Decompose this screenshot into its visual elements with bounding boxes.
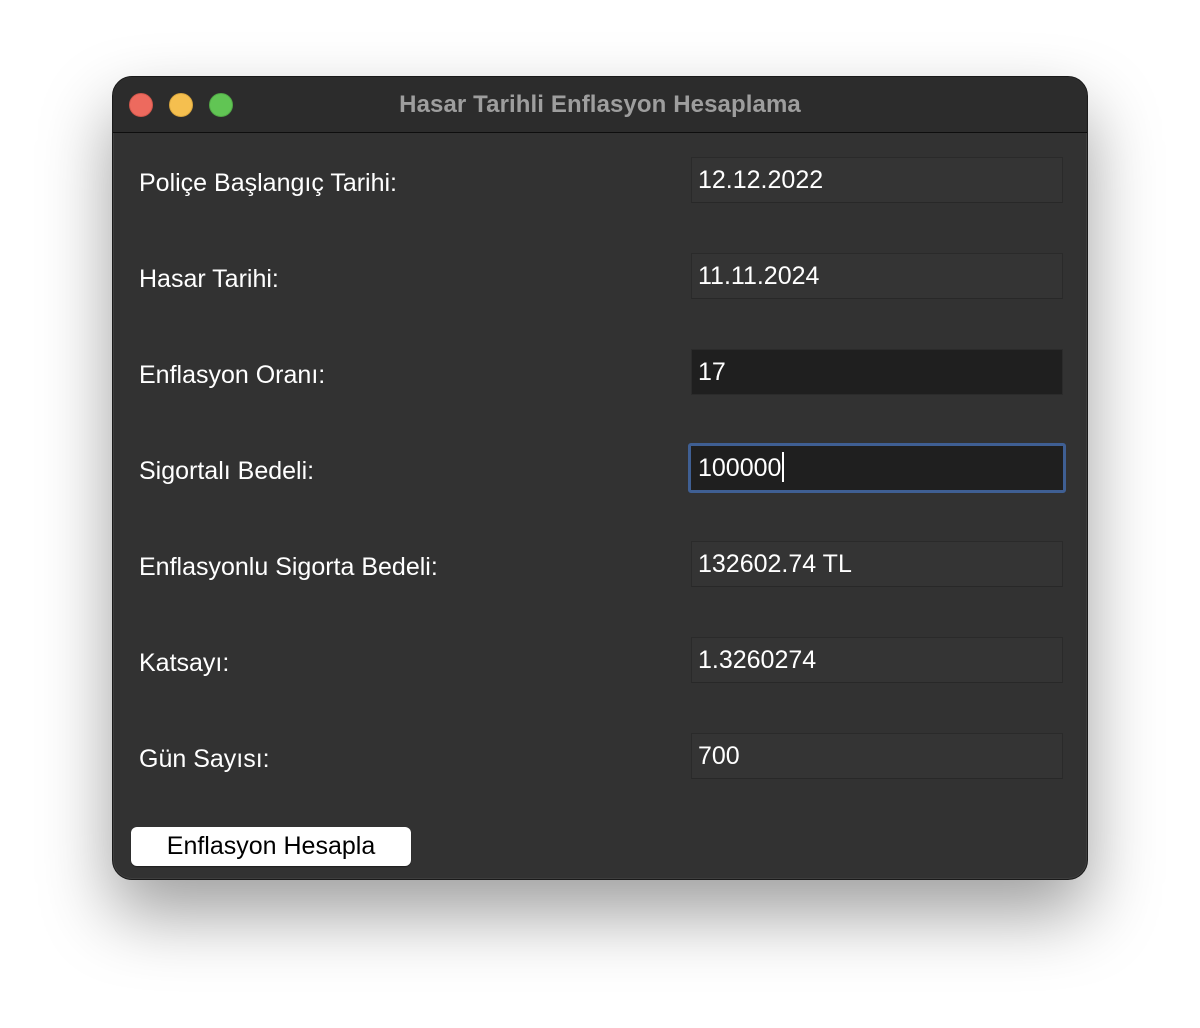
police-baslangic-label: Poliçe Başlangıç Tarihi: xyxy=(139,169,398,197)
sigortali-bedeli-input[interactable]: 100000 xyxy=(688,443,1066,493)
app-window: Hasar Tarihli Enflasyon Hesaplama Poliçe… xyxy=(112,76,1088,880)
katsayi-field: 1.3260274 xyxy=(691,637,1063,683)
gun-sayisi-field: 700 xyxy=(691,733,1063,779)
sigortali-bedeli-label: Sigortalı Bedeli: xyxy=(139,457,315,485)
title-bar[interactable]: Hasar Tarihli Enflasyon Hesaplama xyxy=(113,77,1087,133)
hasar-tarihi-label: Hasar Tarihi: xyxy=(139,265,279,293)
text-caret xyxy=(782,452,785,483)
katsayi-label: Katsayı: xyxy=(139,649,230,677)
enflasyon-hesapla-button[interactable]: Enflasyon Hesapla xyxy=(131,827,411,866)
hasar-tarihi-field: 11.11.2024 xyxy=(691,253,1063,299)
enflasyonlu-bedel-field: 132602.74 TL xyxy=(691,541,1063,587)
enflasyon-orani-input[interactable]: 17 xyxy=(691,349,1063,395)
enflasyon-orani-label: Enflasyon Oranı: xyxy=(139,361,326,389)
sigortali-bedeli-value: 100000 xyxy=(698,454,782,482)
enflasyonlu-bedel-label: Enflasyonlu Sigorta Bedeli: xyxy=(139,553,438,581)
window-title: Hasar Tarihli Enflasyon Hesaplama xyxy=(399,91,801,118)
police-baslangic-field: 12.12.2022 xyxy=(691,157,1063,203)
gun-sayisi-label: Gün Sayısı: xyxy=(139,745,270,773)
